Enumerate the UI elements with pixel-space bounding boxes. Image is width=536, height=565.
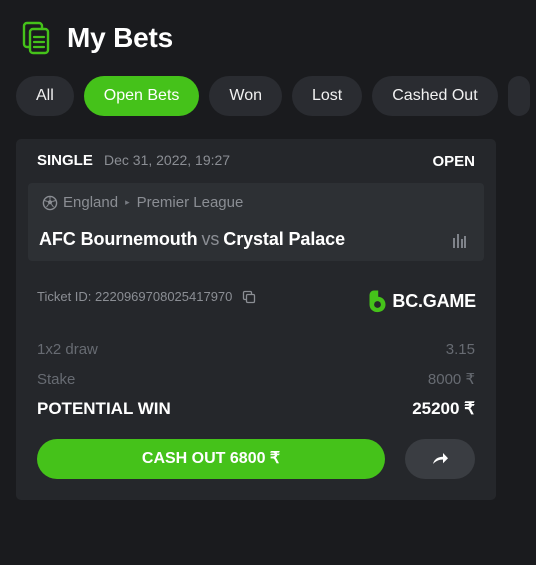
tab-lost[interactable]: Lost: [292, 76, 363, 116]
ticket-id-row: Ticket ID: 2220969708025417970: [37, 289, 256, 304]
potential-win-label: POTENTIAL WIN: [37, 399, 171, 418]
bets-list-icon: [21, 21, 51, 55]
bet-date: Dec 31, 2022, 19:27: [104, 152, 231, 168]
cash-out-button[interactable]: CASH OUT 6800 ₹: [37, 439, 385, 479]
copy-icon[interactable]: [242, 290, 256, 304]
stake-value: 8000 ₹: [427, 371, 475, 388]
potential-win-value: 25200 ₹: [412, 399, 475, 418]
match-title: AFC Bournemouth vs Crystal Palace: [39, 229, 345, 250]
match-box[interactable]: England ▸ Premier League AFC Bournemouth…: [28, 183, 484, 261]
tab-won[interactable]: Won: [209, 76, 282, 116]
league-country: England: [63, 194, 119, 211]
page-header: My Bets: [21, 20, 173, 56]
page-title: My Bets: [67, 22, 173, 53]
league-breadcrumb: England ▸ Premier League: [42, 194, 243, 211]
versus-label: vs: [201, 229, 220, 249]
stake-label: Stake: [37, 370, 76, 388]
tab-more-partial[interactable]: [507, 76, 530, 116]
share-icon: [430, 449, 450, 469]
stake-row: Stake 8000 ₹: [37, 370, 475, 389]
tab-all[interactable]: All: [16, 76, 74, 116]
soccer-ball-icon: [42, 195, 58, 211]
bc-game-logo-icon: [368, 289, 388, 313]
home-team: AFC Bournemouth: [39, 229, 198, 249]
away-team: Crystal Palace: [223, 229, 345, 249]
bet-filter-tabs: All Open Bets Won Lost Cashed Out: [16, 76, 536, 116]
tab-open-bets[interactable]: Open Bets: [83, 76, 200, 116]
selection-label: 1x2 draw: [37, 341, 98, 358]
potential-win-row: POTENTIAL WIN 25200 ₹: [37, 399, 475, 419]
open-bet-card[interactable]: SINGLE Dec 31, 2022, 19:27 OPEN England …: [16, 139, 496, 500]
selection-odds: 3.15: [445, 341, 475, 358]
share-button[interactable]: [405, 439, 475, 479]
bet-type: SINGLE: [37, 152, 93, 169]
breadcrumb-chevron-icon: ▸: [125, 197, 130, 207]
ticket-id: Ticket ID: 2220969708025417970: [37, 289, 233, 304]
selection-row: 1x2 draw 3.15: [37, 341, 475, 358]
brand-name: BC.GAME: [392, 290, 476, 311]
my-bets-screen: My Bets All Open Bets Won Lost Cashed Ou…: [0, 0, 536, 565]
tab-cashed-out[interactable]: Cashed Out: [372, 76, 498, 116]
bet-status: OPEN: [432, 153, 475, 170]
bc-game-brand: BC.GAME: [368, 289, 476, 313]
league-name: Premier League: [136, 194, 244, 211]
stats-icon[interactable]: [451, 232, 467, 248]
